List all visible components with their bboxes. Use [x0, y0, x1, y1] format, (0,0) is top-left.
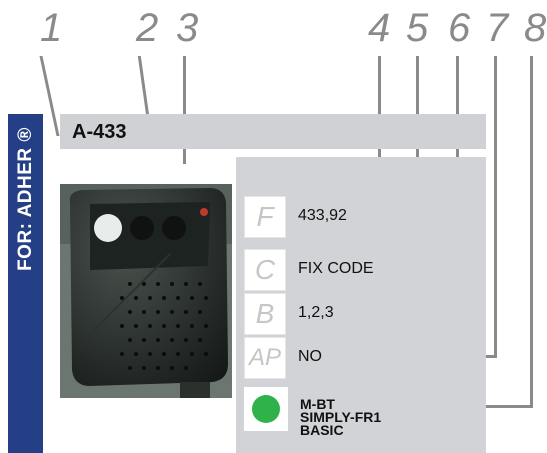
param-key-frequency: F	[244, 196, 286, 238]
compatible-receiver-3: BASIC	[300, 422, 344, 438]
leader-line-7v	[494, 56, 497, 358]
green-dot-icon	[252, 395, 280, 423]
model-title: A-433	[72, 121, 127, 143]
remote-button-3	[162, 216, 186, 240]
callout-8: 8	[524, 6, 547, 50]
param-value-ap: NO	[298, 348, 322, 365]
param-key-ap: AP	[244, 337, 286, 379]
leader-line-8v	[530, 56, 533, 408]
callout-3: 3	[176, 6, 199, 50]
param-key-code: C	[244, 249, 286, 291]
callout-2: 2	[136, 6, 159, 50]
model-title-bar: A-433	[60, 114, 492, 149]
brand-sidebar-label-wrap: FOR: ADHER ®	[8, 114, 43, 284]
remote-button-white	[94, 214, 122, 242]
param-key-buttons: B	[244, 293, 286, 335]
callout-4: 4	[368, 6, 391, 50]
callout-1: 1	[40, 6, 63, 50]
param-value-code: FIX CODE	[298, 260, 374, 277]
param-value-buttons: 1,2,3	[298, 304, 334, 321]
callout-7: 7	[486, 6, 509, 50]
remote-button-2	[130, 216, 154, 240]
callout-6: 6	[448, 6, 471, 50]
compatibility-indicator	[244, 387, 288, 431]
remote-led	[200, 208, 208, 216]
brand-sidebar-label: FOR: ADHER ®	[14, 127, 36, 271]
remote-control-photo	[60, 184, 232, 398]
param-value-frequency: 433,92	[298, 207, 347, 224]
compatible-receivers: M-BT SIMPLY-FR1 BASIC	[300, 397, 381, 438]
callout-5: 5	[406, 6, 429, 50]
